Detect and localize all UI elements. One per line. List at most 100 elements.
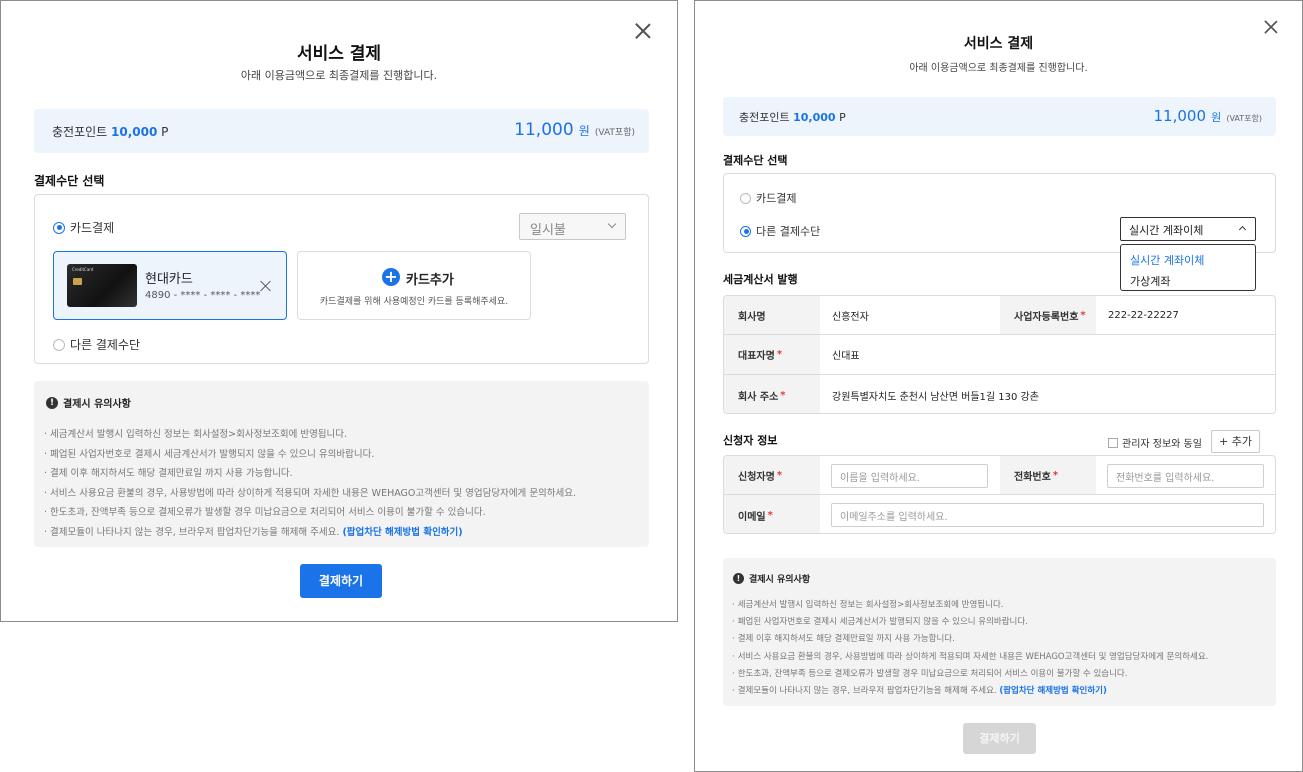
amount-unit: 원: [578, 124, 590, 138]
add-applicant-button[interactable]: + 추가: [1211, 430, 1260, 453]
dialog-subtitle: 아래 이용금액으로 최종결제를 진행합니다.: [240, 69, 438, 82]
dialog-subtitle: 아래 이용금액으로 최종결제를 진행합니다.: [909, 63, 1088, 74]
same-as-admin-checkbox[interactable]: 관리자 정보와 동일: [1108, 435, 1202, 450]
points-info: 충전포인트 10,000 P: [52, 123, 168, 140]
pay-button[interactable]: 결제하기: [300, 564, 382, 598]
vat-note: (VAT포함): [1226, 114, 1262, 123]
radio-other-payment[interactable]: 다른 결제수단: [740, 223, 820, 239]
notice-list: 세금계산서 발행시 입력하신 정보는 회사설정>회사정보조회에 반영됩니다. 폐…: [44, 425, 576, 543]
radio-unselected-icon: [740, 192, 751, 204]
notice-item: 세금계산서 발행시 입력하신 정보는 회사설정>회사정보조회에 반영됩니다.: [44, 425, 576, 445]
pay-button[interactable]: 결제하기: [963, 723, 1036, 754]
card-number: 4890 - **** - **** - ****: [145, 290, 261, 301]
notice-item: 폐업된 사업자번호로 결제시 세금계산서가 발행되지 않을 수 있으니 유의바랍…: [44, 445, 576, 465]
dialog-title: 서비스 결제: [963, 36, 1034, 52]
applicant-name-input[interactable]: 이름을 입력하세요.: [831, 464, 988, 488]
payment-method-title: 결제수단 선택: [34, 174, 105, 188]
tax-invoice-table: 회사명 신흥전자 사업자등록번호 * 222-22-22227 대표자명 * 신대표…: [723, 295, 1276, 414]
address-label: 회사 주소 *: [724, 375, 820, 413]
applicant-table: 신청자명 * 이름을 입력하세요. 전화번호 * 전화번호를 입력하세요. 이메일 *…: [723, 455, 1276, 534]
applicant-phone-input[interactable]: 전화번호를 입력하세요.: [1107, 464, 1264, 488]
payment-notice: ! 결제시 유의사항 세금계산서 발행시 입력하신 정보는 회사설정>회사정보조…: [723, 558, 1276, 706]
table-row: 대표자명 * 신대표: [724, 335, 1275, 375]
registered-card[interactable]: CreditCard 현대카드 4890 - **** - **** - ***…: [53, 251, 287, 320]
checkbox-label: 관리자 정보와 동일: [1122, 439, 1202, 450]
name-label: 신청자명 *: [724, 456, 820, 494]
dropdown-option-virtual-account[interactable]: 가상계좌: [1130, 273, 1170, 289]
points-unit: P: [161, 125, 169, 139]
table-row: 신청자명 * 이름을 입력하세요. 전화번호 * 전화번호를 입력하세요.: [724, 456, 1275, 495]
dialog-title: 서비스 결제: [296, 44, 382, 64]
card-name: 현대카드: [145, 272, 193, 287]
alert-icon: !: [733, 573, 744, 584]
dropdown-option-realtime-transfer[interactable]: 실시간 계좌이체: [1130, 252, 1204, 268]
notice-item: 한도초과, 잔액부족 등으로 결제오류가 발생할 경우 미납요금으로 처리되어 …: [732, 666, 1208, 683]
notice-item-last: 결제모듈이 나타나지 않는 경우, 브라우저 팝업차단기능을 해제해 주세요. …: [44, 523, 576, 543]
tax-invoice-title: 세금계산서 발행: [723, 273, 798, 286]
radio-card-payment[interactable]: 카드결제: [53, 219, 114, 236]
radio-unselected-icon: [53, 338, 65, 351]
payment-method-select[interactable]: 실시간 계좌이체: [1120, 217, 1256, 241]
table-row: 이메일 * 이메일주소를 입력하세요.: [724, 495, 1275, 533]
notice-item: 폐업된 사업자번호로 결제시 세금계산서가 발행되지 않을 수 있으니 유의바랍…: [732, 614, 1208, 631]
plus-icon: +: [382, 268, 400, 286]
popup-help-link[interactable]: (팝업차단 해제방법 확인하기): [999, 686, 1107, 696]
radio-label: 다른 결제수단: [70, 338, 141, 352]
installment-select[interactable]: 일시불: [519, 213, 626, 240]
points-value: 10,000: [111, 125, 158, 139]
points-label: 충전포인트: [739, 111, 790, 124]
payment-method-panel: 카드결제 다른 결제수단 실시간 계좌이체: [723, 173, 1276, 253]
payment-method-panel: 카드결제 일시불 CreditCard 현대카드 4890 - **** - *…: [34, 194, 649, 364]
amount-value: 11,000: [514, 120, 574, 140]
applicant-email-input[interactable]: 이메일주소를 입력하세요.: [831, 503, 1264, 527]
notice-item: 서비스 사용요금 환불의 경우, 사용방법에 따라 상이하게 적용되며 자세한 …: [732, 649, 1209, 666]
payment-notice: ! 결제시 유의사항 세금계산서 발행시 입력하신 정보는 회사설정>회사정보조…: [34, 381, 649, 547]
add-card-desc: 카드결제를 위해 사용예정인 카드를 등록해주세요.: [319, 297, 509, 307]
close-icon[interactable]: [635, 23, 651, 39]
notice-item: 결제 이후 해지하셔도 해당 결제만료일 까지 사용 가능합니다.: [44, 464, 576, 484]
notice-item: 세금계산서 발행시 입력하신 정보는 회사설정>회사정보조회에 반영됩니다.: [732, 597, 1208, 614]
radio-selected-icon: [53, 221, 65, 234]
radio-selected-icon: [740, 225, 751, 237]
radio-other-payment[interactable]: 다른 결제수단: [53, 336, 140, 353]
radio-label: 카드결제: [756, 192, 797, 205]
chevron-down-icon: [607, 219, 617, 229]
remove-card-icon[interactable]: [260, 281, 270, 291]
notice-item: 서비스 사용요금 환불의 경우, 사용방법에 따라 상이하게 적용되며 자세한 …: [44, 484, 576, 504]
table-row: 회사명 신흥전자 사업자등록번호 * 222-22-22227: [724, 296, 1275, 335]
payment-method-dropdown: 실시간 계좌이체 가상계좌: [1120, 244, 1256, 291]
points-value: 10,000: [793, 111, 836, 124]
notice-title: 결제시 유의사항: [749, 575, 811, 585]
amount-summary: 충전포인트 10,000 P 11,000 원 (VAT포함): [34, 109, 649, 153]
amount-value: 11,000: [1153, 107, 1207, 125]
notice-text: 결제모듈이 나타나지 않는 경우, 브라우저 팝업차단기능을 해제해 주세요.: [50, 526, 340, 538]
notice-item: 한도초과, 잔액부족 등으로 결제오류가 발생할 경우 미납요금으로 처리되어 …: [44, 503, 576, 523]
card-logo-text: CreditCard: [72, 267, 94, 272]
chevron-up-icon: [1238, 225, 1247, 234]
points-label: 충전포인트: [52, 125, 108, 139]
notice-header: ! 결제시 유의사항: [733, 572, 810, 585]
payment-method-value: 실시간 계좌이체: [1129, 224, 1204, 237]
notice-text: 결제모듈이 나타나지 않는 경우, 브라우저 팝업차단기능을 해제해 주세요.: [737, 686, 997, 697]
popup-help-link[interactable]: (팝업차단 해제방법 확인하기): [342, 527, 462, 538]
notice-list: 세금계산서 발행시 입력하신 정보는 회사설정>회사정보조회에 반영됩니다. 폐…: [732, 597, 1209, 700]
notice-title: 결제시 유의사항: [63, 399, 131, 410]
installment-value: 일시불: [530, 223, 566, 238]
phone-label: 전화번호 *: [1000, 456, 1096, 494]
total-amount: 11,000 원 (VAT포함): [1154, 106, 1262, 125]
notice-item: 결제 이후 해지하셔도 해당 결제만료일 까지 사용 가능합니다.: [732, 631, 1208, 648]
alert-icon: !: [46, 396, 58, 409]
vat-note: (VAT포함): [594, 128, 635, 138]
radio-label: 다른 결제수단: [756, 225, 821, 238]
radio-card-payment[interactable]: 카드결제: [740, 190, 796, 206]
checkbox-icon: [1108, 437, 1118, 448]
points-info: 충전포인트 10,000 P: [739, 109, 846, 125]
bizno-label: 사업자등록번호 *: [1000, 296, 1096, 334]
address-value: 강원특별자치도 춘천시 남산면 버들1길 130 강촌: [832, 391, 1039, 403]
add-card-button[interactable]: + 카드추가 카드결제를 위해 사용예정인 카드를 등록해주세요.: [297, 251, 531, 320]
close-icon[interactable]: [1264, 20, 1278, 34]
total-amount: 11,000 원 (VAT포함): [514, 120, 635, 140]
bizno-value: 222-22-22227: [1108, 309, 1179, 321]
amount-unit: 원: [1211, 111, 1222, 124]
notice-header: ! 결제시 유의사항: [46, 395, 131, 410]
